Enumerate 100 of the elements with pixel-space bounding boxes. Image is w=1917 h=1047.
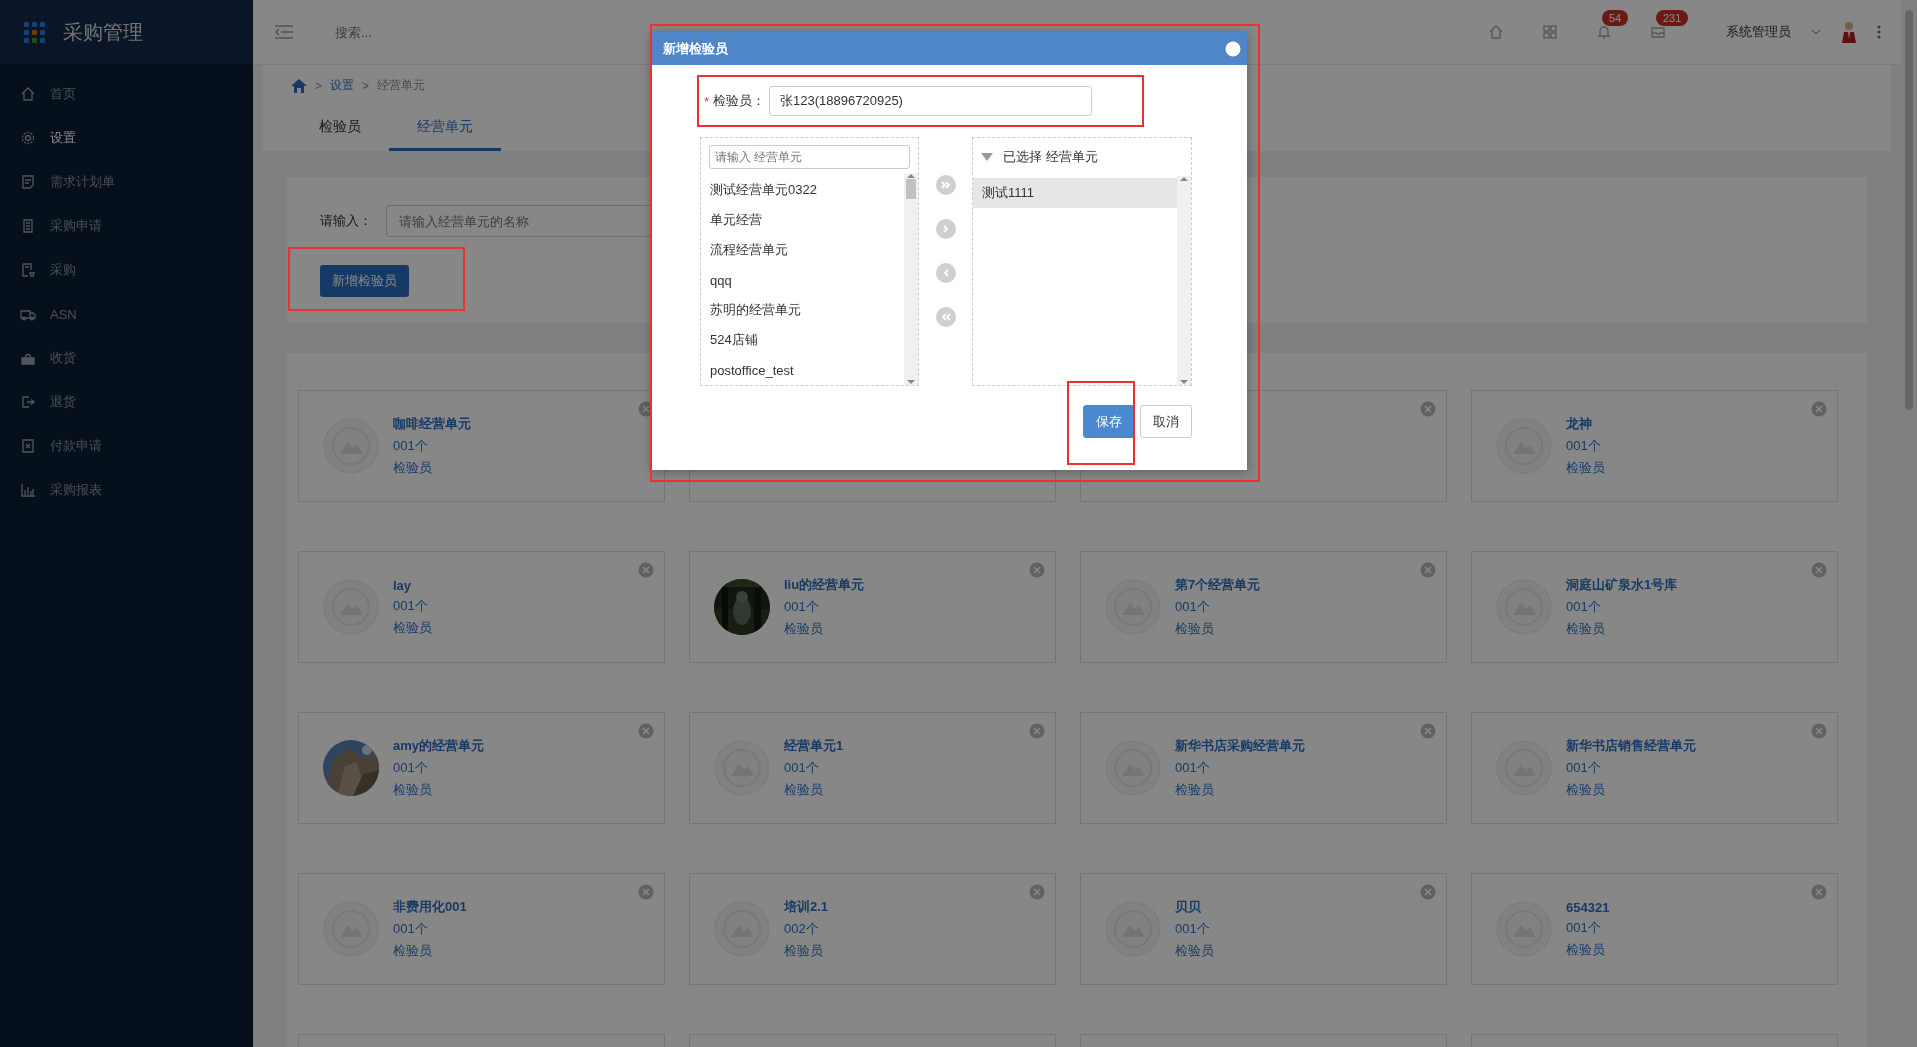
unit-name[interactable]: 贝贝 bbox=[1175, 898, 1214, 916]
list-title: 已选择 经营单元 bbox=[1003, 148, 1098, 166]
sidebar-item[interactable]: 需求计划单 bbox=[0, 160, 253, 204]
inspector-label[interactable]: 检验员 bbox=[1175, 942, 1214, 960]
inspector-label[interactable]: 检验员 bbox=[393, 459, 471, 477]
inspector-count: 001个 bbox=[393, 920, 429, 938]
inspector-label[interactable]: 检验员 bbox=[1175, 620, 1261, 638]
home-icon bbox=[1488, 24, 1504, 40]
inspector-count: 001个 bbox=[393, 759, 429, 777]
sidebar-item[interactable]: 退货 bbox=[0, 380, 253, 424]
chevron-down-icon[interactable] bbox=[1811, 29, 1821, 35]
move-left-button[interactable] bbox=[935, 263, 956, 283]
sidebar-item[interactable]: 收货 bbox=[0, 336, 253, 380]
search-field[interactable]: 请输入 经营单元 bbox=[709, 145, 910, 169]
inspector-count: 001个 bbox=[393, 437, 429, 455]
cancel-button[interactable]: 取消 bbox=[1140, 405, 1192, 438]
breadcrumb-separator: > bbox=[362, 78, 370, 93]
list-item[interactable]: 524店铺 bbox=[701, 325, 904, 355]
unit-name[interactable]: 经营单元1 bbox=[784, 737, 844, 755]
scroll-up-icon[interactable] bbox=[1180, 176, 1188, 182]
inspector-label[interactable]: 检验员 bbox=[1175, 781, 1305, 799]
search-field[interactable]: 搜索... bbox=[333, 23, 537, 41]
list-item[interactable]: 测试经营单元0322 bbox=[701, 175, 904, 205]
document-icon bbox=[20, 218, 36, 234]
more-icon[interactable] bbox=[1877, 25, 1881, 39]
document-icon bbox=[20, 438, 36, 454]
inspector-count: 001个 bbox=[1175, 759, 1211, 777]
scrollbar-thumb[interactable] bbox=[906, 179, 916, 199]
inspector-count: 001个 bbox=[393, 596, 429, 615]
notification-badge: 54 bbox=[1602, 10, 1629, 26]
unit-name[interactable]: 咖啡经营单元 bbox=[393, 415, 471, 433]
sidebar-item[interactable]: 采购报表 bbox=[0, 468, 253, 512]
list-item[interactable]: qqq bbox=[701, 265, 904, 295]
unit-name[interactable]: 洞庭山矿泉水1号库 bbox=[1566, 576, 1678, 594]
move-all-right-button[interactable] bbox=[935, 175, 956, 195]
unit-name[interactable]: lay bbox=[393, 577, 432, 593]
inspector-count: 001个 bbox=[1566, 759, 1602, 777]
double-chevron-right-icon bbox=[939, 179, 952, 191]
inspector-label[interactable]: 检验员 bbox=[784, 781, 844, 799]
home-icon bbox=[20, 86, 36, 102]
user-avatar-icon[interactable] bbox=[1841, 21, 1857, 43]
inspector-field[interactable]: 张123(18896720925) bbox=[769, 86, 1093, 116]
list-item[interactable]: 苏明的经营单元 bbox=[701, 295, 904, 325]
breadcrumb-link[interactable]: 设置 bbox=[330, 77, 354, 94]
unit-name[interactable]: 654321 bbox=[1566, 899, 1610, 915]
sidebar-item[interactable]: 采购 bbox=[0, 248, 253, 292]
unit-name[interactable]: 龙神 bbox=[1566, 415, 1605, 433]
scroll-down-icon[interactable] bbox=[907, 379, 915, 385]
scrollbar[interactable] bbox=[904, 173, 918, 385]
collapse-icon[interactable] bbox=[981, 153, 993, 161]
sidebar-item[interactable]: 设置 bbox=[0, 116, 253, 160]
inspector-label[interactable]: 检验员 bbox=[784, 620, 865, 638]
bar-chart-icon bbox=[20, 482, 36, 498]
inspector-count: 001个 bbox=[1175, 598, 1211, 616]
inspector-label[interactable]: 检验员 bbox=[1566, 620, 1678, 638]
app-title: 采购管理 bbox=[63, 19, 143, 45]
sidebar-item[interactable]: 首页 bbox=[0, 72, 253, 116]
unit-name[interactable]: amy的经营单元 bbox=[393, 737, 485, 755]
move-right-button[interactable] bbox=[935, 219, 956, 239]
scroll-down-icon[interactable] bbox=[1180, 379, 1188, 385]
unit-name[interactable]: 第7个经营单元 bbox=[1175, 576, 1261, 594]
list-item[interactable]: 测试1111 bbox=[973, 178, 1177, 208]
list-item[interactable]: postoffice_test bbox=[701, 355, 904, 385]
document-icon bbox=[20, 174, 36, 190]
unit-name[interactable]: 新华书店采购经营单元 bbox=[1175, 737, 1305, 755]
unit-name[interactable]: 新华书店销售经营单元 bbox=[1566, 737, 1696, 755]
tab[interactable]: 经营单元 bbox=[389, 108, 501, 151]
home-icon[interactable] bbox=[291, 78, 307, 93]
add-inspector-button[interactable]: 新增检验员 bbox=[320, 265, 409, 297]
unit-name[interactable]: 非费用化001 bbox=[393, 898, 467, 916]
gear-icon bbox=[20, 130, 36, 146]
apps-icon[interactable] bbox=[24, 21, 45, 43]
user-name[interactable]: 系统管理员 bbox=[1726, 23, 1791, 41]
inspector-count: 002个 bbox=[784, 920, 820, 938]
required-mark: * bbox=[704, 93, 710, 109]
save-button[interactable]: 保存 bbox=[1083, 405, 1135, 438]
scrollbar[interactable] bbox=[1177, 176, 1191, 385]
inspector-count: 001个 bbox=[1175, 920, 1211, 938]
filter-label: 请输入： bbox=[320, 212, 372, 230]
inspector-label[interactable]: 检验员 bbox=[1566, 781, 1696, 799]
list-item[interactable]: 单元经营 bbox=[701, 205, 904, 235]
exit-icon bbox=[20, 394, 36, 410]
unit-name[interactable]: 培训2.1 bbox=[784, 898, 829, 916]
tab[interactable]: 检验员 bbox=[291, 108, 389, 151]
bell-icon bbox=[1596, 24, 1612, 40]
sidebar-item[interactable]: 采购申请 bbox=[0, 204, 253, 248]
inspector-label[interactable]: 检验员 bbox=[393, 781, 485, 799]
unit-name[interactable]: liu的经营单元 bbox=[784, 576, 865, 594]
inspector-label[interactable]: 检验员 bbox=[1566, 940, 1610, 959]
inspector-label[interactable]: 检验员 bbox=[393, 942, 467, 960]
list-item[interactable]: 流程经营单元 bbox=[701, 235, 904, 265]
inspector-label[interactable]: 检验员 bbox=[784, 942, 829, 960]
breadcrumb-current: 经营单元 bbox=[377, 77, 426, 94]
menu-icon[interactable] bbox=[275, 25, 293, 39]
move-all-left-button[interactable] bbox=[935, 307, 956, 327]
inspector-label[interactable]: 检验员 bbox=[1566, 459, 1605, 477]
double-chevron-left-icon bbox=[939, 311, 952, 323]
sidebar-item[interactable]: 付款申请 bbox=[0, 424, 253, 468]
inspector-label[interactable]: 检验员 bbox=[393, 618, 432, 637]
sidebar-item[interactable]: ASN bbox=[0, 292, 253, 336]
